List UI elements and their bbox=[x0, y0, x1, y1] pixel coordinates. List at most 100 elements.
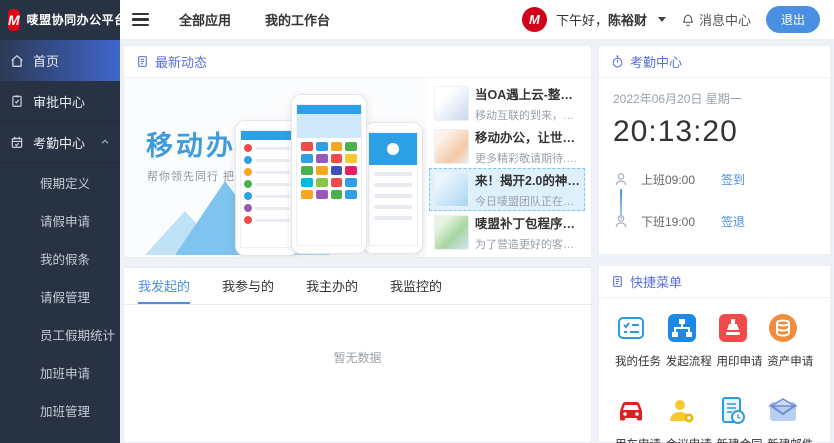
task-list-icon bbox=[615, 312, 647, 344]
quick-item-label: 我的任务 bbox=[615, 353, 661, 369]
news-item-title: 当OA遇上云-整个协同OA bbox=[475, 84, 580, 103]
attendance-date: 2022年06月20日 星期一 bbox=[613, 90, 816, 107]
quick-menu-panel: 快捷菜单 我的任务 发起流程 用印申请 资产申请 用车申请 会议申请 新建合 bbox=[598, 265, 831, 443]
quick-menu-header: 快捷菜单 bbox=[599, 266, 830, 298]
sidebar-subitem-my-leave-slips[interactable]: 我的假条 bbox=[0, 239, 120, 277]
tasks-panel: 我发起的 我参与的 我主办的 我监控的 暂无数据 bbox=[123, 267, 592, 443]
sidebar-item-home[interactable]: 首页 bbox=[0, 40, 120, 81]
chevron-up-icon bbox=[100, 137, 110, 147]
quick-item-new-contract[interactable]: 新建合同 bbox=[717, 395, 764, 443]
quick-item-seal-request[interactable]: 用印申请 bbox=[717, 312, 764, 369]
quick-item-label: 发起流程 bbox=[666, 353, 712, 369]
sidebar-item-label: 审批中心 bbox=[33, 92, 85, 111]
news-item[interactable]: 当OA遇上云-整个协同OA 移动互联的到来，让OA与云 bbox=[429, 82, 585, 125]
app-title: 唛盟协同办公平台 bbox=[27, 11, 127, 28]
user-name: 陈裕财 bbox=[608, 13, 647, 28]
stamp-icon bbox=[717, 312, 749, 344]
user-menu-caret-icon[interactable] bbox=[658, 17, 666, 22]
news-item-selected[interactable]: 来！揭开2.0的神秘面纱- 今日唛盟团队正在加班加点, bbox=[429, 168, 585, 211]
checkin-link[interactable]: 签到 bbox=[721, 171, 745, 188]
news-item[interactable]: 移动办公，让世界触手可 更多精彩敬请期待........ bbox=[429, 125, 585, 168]
bell-icon bbox=[681, 13, 695, 27]
phone-contact-list bbox=[241, 140, 293, 224]
top-right-area: M 下午好，陈裕财 消息中心 退出 bbox=[522, 6, 834, 33]
news-thumbnail bbox=[434, 215, 469, 250]
sidebar-subitem-employee-holiday-stats[interactable]: 员工假期统计 bbox=[0, 315, 120, 353]
user-greeting[interactable]: 下午好，陈裕财 bbox=[556, 10, 647, 29]
stopwatch-icon bbox=[611, 55, 624, 68]
sidebar-subitem-holiday-definition[interactable]: 假期定义 bbox=[0, 163, 120, 201]
tab-hosted-by-me[interactable]: 我主办的 bbox=[306, 268, 358, 304]
sidebar-subitem-overtime-request[interactable]: 加班申请 bbox=[0, 353, 120, 391]
calendar-check-icon bbox=[10, 135, 24, 149]
quick-item-label: 会议申请 bbox=[666, 436, 712, 443]
sidebar-subitem-leave-request[interactable]: 请假申请 bbox=[0, 201, 120, 239]
news-item-subtitle: 为了营造更好的客户体验，唛 bbox=[475, 236, 580, 252]
quick-item-new-mail[interactable]: 新建邮件 bbox=[767, 395, 814, 443]
news-list: 当OA遇上云-整个协同OA 移动互联的到来，让OA与云 移动办公，让世界触手可 … bbox=[427, 78, 591, 257]
quick-item-vehicle-request[interactable]: 用车申请 bbox=[615, 395, 662, 443]
quick-item-meeting-request[interactable]: 会议申请 bbox=[666, 395, 713, 443]
quick-item-my-tasks[interactable]: 我的任务 bbox=[615, 312, 662, 369]
phone-right bbox=[363, 122, 423, 254]
person-icon bbox=[613, 171, 629, 187]
sidebar-item-label: 首页 bbox=[33, 51, 59, 70]
clipboard-check-icon bbox=[10, 94, 24, 108]
news-item-title: 移动办公，让世界触手可 bbox=[475, 127, 580, 146]
nav-my-workbench[interactable]: 我的工作台 bbox=[265, 10, 330, 29]
top-nav: 全部应用 我的工作台 bbox=[179, 10, 330, 29]
contract-icon bbox=[717, 395, 749, 427]
latest-news-title: 最新动态 bbox=[155, 52, 207, 71]
sidebar-item-attendance-center[interactable]: 考勤中心 bbox=[0, 122, 120, 163]
news-item-title: 唛盟补丁包程序更新 bbox=[475, 213, 580, 232]
checkout-link[interactable]: 签退 bbox=[721, 213, 745, 230]
news-item-subtitle: 今日唛盟团队正在加班加点, bbox=[475, 193, 580, 209]
asset-icon bbox=[767, 312, 799, 344]
logout-button[interactable]: 退出 bbox=[766, 6, 820, 33]
quick-item-label: 新建合同 bbox=[717, 436, 763, 443]
sidebar-subitem-leave-management[interactable]: 请假管理 bbox=[0, 277, 120, 315]
sidebar-item-label: 考勤中心 bbox=[33, 133, 85, 152]
quick-item-asset-request[interactable]: 资产申请 bbox=[767, 312, 814, 369]
attendance-header: 考勤中心 bbox=[599, 46, 830, 78]
attendance-timeline bbox=[620, 189, 622, 219]
brand-logo: M bbox=[8, 9, 20, 31]
message-center[interactable]: 消息中心 bbox=[681, 10, 751, 29]
tab-initiated-by-me[interactable]: 我发起的 bbox=[138, 268, 190, 304]
sidebar: 首页 审批中心 考勤中心 假期定义 请假申请 我的假条 请假管理 员工假期统计 … bbox=[0, 40, 120, 443]
document-icon bbox=[136, 55, 149, 68]
quick-item-label: 用印申请 bbox=[717, 353, 763, 369]
news-thumbnail bbox=[434, 86, 469, 121]
news-item-subtitle: 更多精彩敬请期待........ bbox=[475, 150, 580, 166]
mail-icon bbox=[767, 395, 799, 427]
phone-center bbox=[291, 94, 367, 254]
message-center-label: 消息中心 bbox=[699, 10, 751, 29]
attendance-title: 考勤中心 bbox=[630, 52, 682, 71]
hamburger-menu-icon[interactable] bbox=[132, 13, 149, 27]
sidebar-subitem-overtime-management[interactable]: 加班管理 bbox=[0, 391, 120, 429]
car-icon bbox=[615, 395, 647, 427]
attendance-row-checkout: 下班19:00 签退 bbox=[613, 207, 816, 235]
flow-icon bbox=[666, 312, 698, 344]
tab-participated-by-me[interactable]: 我参与的 bbox=[222, 268, 274, 304]
nav-all-apps[interactable]: 全部应用 bbox=[179, 10, 231, 29]
tasks-tabs: 我发起的 我参与的 我主办的 我监控的 bbox=[124, 268, 591, 305]
attendance-panel: 考勤中心 2022年06月20日 星期一 20:13:20 上班09:00 签到… bbox=[598, 45, 831, 255]
quick-item-start-flow[interactable]: 发起流程 bbox=[666, 312, 713, 369]
checkin-time-label: 上班09:00 bbox=[641, 171, 707, 188]
home-icon bbox=[10, 54, 24, 68]
phone-mockups bbox=[231, 84, 427, 257]
phone-left bbox=[235, 120, 299, 256]
quick-menu-title: 快捷菜单 bbox=[630, 272, 682, 291]
sidebar-item-approval-center[interactable]: 审批中心 bbox=[0, 81, 120, 122]
news-item-title: 来！揭开2.0的神秘面纱- bbox=[475, 170, 580, 189]
quick-item-label: 用车申请 bbox=[615, 436, 661, 443]
empty-state-text: 暂无数据 bbox=[124, 349, 591, 366]
news-thumbnail bbox=[434, 129, 469, 164]
greeting-text: 下午好， bbox=[556, 13, 608, 28]
user-avatar[interactable]: M bbox=[522, 7, 547, 32]
tab-monitored-by-me[interactable]: 我监控的 bbox=[390, 268, 442, 304]
attendance-clock: 20:13:20 bbox=[613, 115, 816, 149]
news-item[interactable]: 唛盟补丁包程序更新 为了营造更好的客户体验，唛 bbox=[429, 211, 585, 254]
document-icon bbox=[611, 275, 624, 288]
